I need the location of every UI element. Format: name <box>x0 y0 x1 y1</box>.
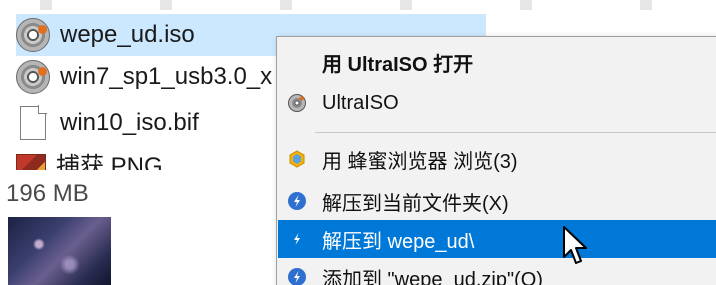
menu-item-browse-honeyview[interactable]: 用 蜂蜜浏览器 浏览(3) <box>278 140 716 178</box>
file-name: win10_iso.bif <box>60 109 199 136</box>
column-header-edge <box>0 0 716 10</box>
screen: wepe_ud.iso win7_sp1_usb3.0_x win10_iso.… <box>0 0 716 285</box>
menu-item-extract-here[interactable]: 解压到当前文件夹(X) <box>278 182 716 220</box>
menu-item-label: 用 蜂蜜浏览器 浏览(3) <box>322 150 518 173</box>
file-name: wepe_ud.iso <box>60 21 195 48</box>
png-image-icon <box>16 154 46 170</box>
menu-item-ultraiso[interactable]: UltraISO <box>278 84 716 122</box>
menu-item-label: UltraISO <box>322 91 399 114</box>
bandizip-icon <box>288 268 306 285</box>
menu-item-extract-to-folder[interactable]: 解压到 wepe_ud\ <box>278 220 716 258</box>
file-size-label: 196 MB <box>6 180 89 207</box>
disc-image-icon <box>16 60 50 94</box>
menu-separator <box>315 132 716 133</box>
bandizip-icon <box>288 192 306 210</box>
menu-item-label: 添加到 "wepe_ud.zip"(Q) <box>322 268 543 285</box>
menu-item-label: 用 UltraISO 打开 <box>322 53 474 76</box>
preview-thumbnail <box>8 217 111 285</box>
file-name: 捕获.PNG <box>56 153 163 170</box>
document-icon <box>20 105 47 140</box>
mouse-cursor-icon <box>563 226 587 264</box>
ultraiso-icon <box>288 94 306 112</box>
menu-item-add-to-zip[interactable]: 添加到 "wepe_ud.zip"(Q) <box>278 258 716 285</box>
honeyview-icon <box>289 150 305 168</box>
file-name: win7_sp1_usb3.0_x <box>60 63 273 90</box>
context-menu: 用 UltraISO 打开 UltraISO 用 蜂蜜浏览器 浏览(3) 解压到… <box>276 36 716 285</box>
menu-item-label: 解压到当前文件夹(X) <box>322 192 509 215</box>
bandizip-icon <box>288 230 306 248</box>
menu-item-open-with-ultraiso[interactable]: 用 UltraISO 打开 <box>278 43 716 81</box>
disc-image-icon <box>16 18 50 52</box>
menu-item-label: 解压到 wepe_ud\ <box>322 230 475 253</box>
